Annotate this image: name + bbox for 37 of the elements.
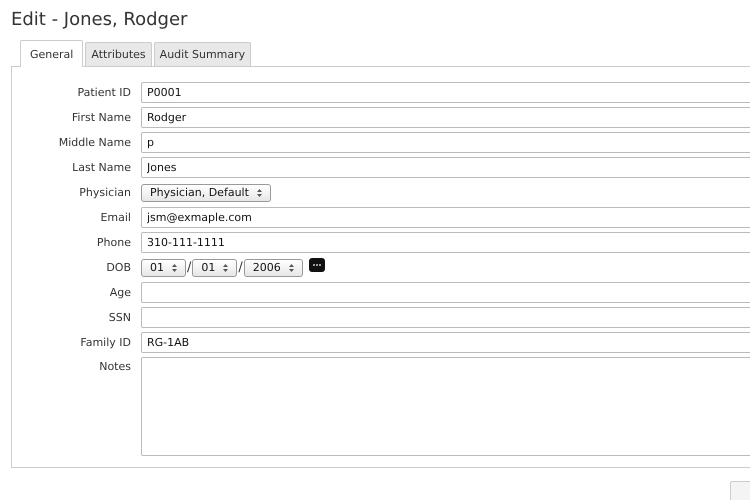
action-button[interactable]: [730, 481, 750, 500]
text-field[interactable]: p: [141, 132, 750, 153]
notes-field[interactable]: [141, 357, 750, 456]
text-field[interactable]: Rodger: [141, 107, 750, 128]
field-label: Notes: [98, 360, 131, 373]
field-label: Physician: [78, 186, 131, 199]
text-field[interactable]: P0001: [141, 82, 750, 103]
tab[interactable]: Audit Summary: [154, 42, 252, 66]
date-dropdown[interactable]: 01: [141, 258, 186, 276]
select-arrows-icon: [288, 264, 294, 272]
field-label: Phone: [96, 236, 131, 249]
field-label: Patient ID: [76, 86, 131, 99]
tab[interactable]: Attributes: [85, 42, 152, 66]
date-separator: /: [238, 260, 243, 275]
field-label: Age: [108, 286, 131, 299]
text-field[interactable]: RG-1AB: [141, 332, 750, 353]
page-title: Edit - Jones, Rodger: [11, 9, 188, 31]
field-label: SSN: [108, 311, 131, 324]
date-dropdown[interactable]: 01: [192, 258, 238, 276]
select-arrows-icon: [256, 188, 262, 196]
date-separator: /: [187, 260, 192, 275]
field-label: Last Name: [71, 161, 131, 174]
field-label: DOB: [105, 261, 131, 274]
physician-dropdown[interactable]: Physician, Default: [141, 184, 271, 202]
field-label: Family ID: [79, 336, 131, 349]
field-label: Middle Name: [58, 136, 131, 149]
tab[interactable]: General: [20, 40, 84, 67]
text-field[interactable]: [141, 282, 750, 303]
date-dropdown[interactable]: 2006: [244, 258, 303, 276]
text-field[interactable]: jsm@exmaple.com: [141, 207, 750, 228]
text-field[interactable]: [141, 307, 750, 328]
field-label: First Name: [70, 111, 131, 124]
calendar-button[interactable]: [308, 258, 325, 272]
select-arrows-icon: [223, 264, 228, 272]
field-label: Email: [99, 211, 131, 224]
select-arrows-icon: [172, 264, 177, 272]
text-field[interactable]: 310-111-1111: [141, 232, 750, 253]
